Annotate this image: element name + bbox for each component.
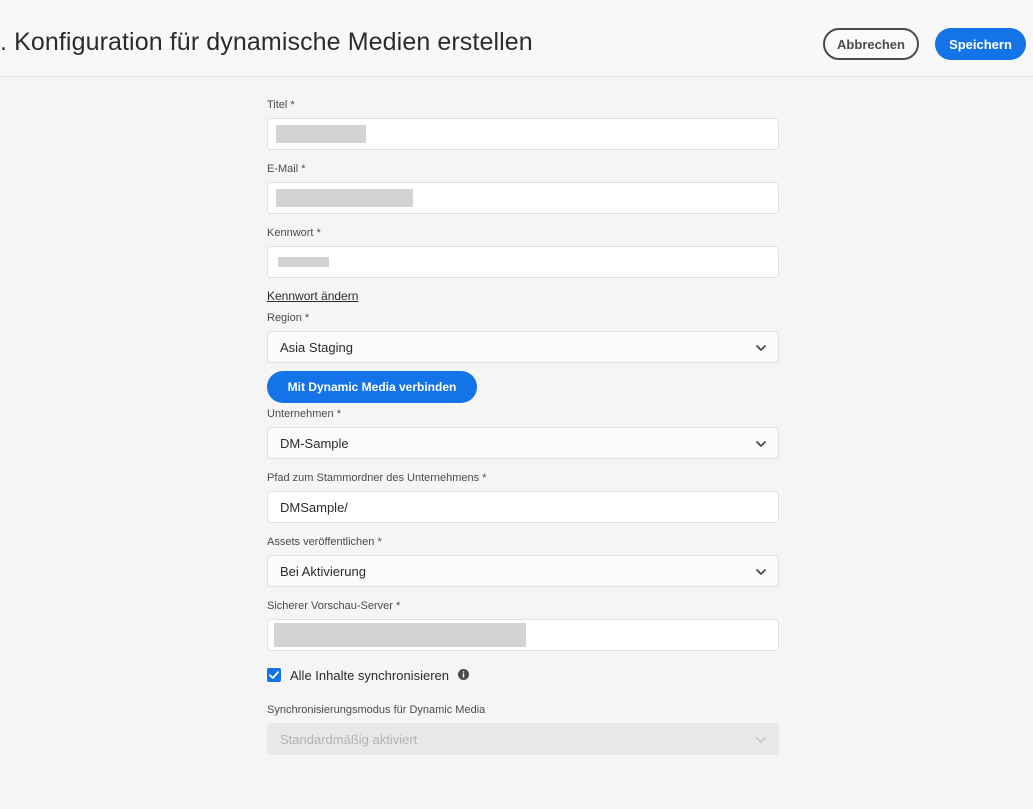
info-icon[interactable]	[458, 669, 469, 680]
chevron-down-icon	[756, 345, 766, 351]
root-path-value: DMSample/	[280, 500, 348, 515]
publish-assets-select[interactable]: Bei Aktivierung	[267, 555, 779, 587]
chevron-down-icon	[756, 441, 766, 447]
root-path-label: Pfad zum Stammordner des Unternehmens *	[267, 472, 487, 484]
email-label: E-Mail *	[267, 163, 306, 175]
sync-all-checkbox[interactable]	[267, 668, 281, 682]
preview-server-label: Sicherer Vorschau-Server *	[267, 600, 401, 612]
password-label: Kennwort *	[267, 227, 321, 239]
password-field[interactable]	[267, 246, 779, 278]
redacted-value	[276, 189, 413, 207]
sync-mode-label: Synchronisierungsmodus für Dynamic Media	[267, 704, 486, 716]
connect-dynamic-media-button[interactable]: Mit Dynamic Media verbinden	[267, 371, 477, 403]
change-password-link[interactable]: Kennwort ändern	[267, 289, 358, 303]
cancel-button[interactable]: Abbrechen	[823, 28, 919, 60]
region-label: Region *	[267, 312, 310, 324]
publish-assets-value: Bei Aktivierung	[280, 564, 366, 579]
title-field[interactable]	[267, 118, 779, 150]
redacted-value	[278, 257, 329, 267]
header: . Konfiguration für dynamische Medien er…	[0, 0, 1033, 77]
region-select[interactable]: Asia Staging	[267, 331, 779, 363]
chevron-down-icon	[756, 737, 766, 743]
redacted-value	[276, 125, 366, 143]
sync-all-label[interactable]: Alle Inhalte synchronisieren	[290, 668, 449, 683]
title-label: Titel *	[267, 99, 295, 111]
company-select[interactable]: DM-Sample	[267, 427, 779, 459]
region-value: Asia Staging	[280, 340, 353, 355]
company-value: DM-Sample	[280, 436, 349, 451]
sync-mode-value: Standardmäßig aktiviert	[280, 732, 418, 747]
sync-mode-select: Standardmäßig aktiviert	[267, 723, 779, 755]
root-path-field[interactable]: DMSample/	[267, 491, 779, 523]
preview-server-field[interactable]	[267, 619, 779, 651]
checkmark-icon	[269, 671, 279, 679]
save-button[interactable]: Speichern	[935, 28, 1026, 60]
chevron-down-icon	[756, 569, 766, 575]
page-title: . Konfiguration für dynamische Medien er…	[0, 28, 533, 56]
redacted-value	[274, 623, 526, 647]
email-field[interactable]	[267, 182, 779, 214]
publish-assets-label: Assets veröffentlichen *	[267, 536, 382, 548]
company-label: Unternehmen *	[267, 408, 341, 420]
